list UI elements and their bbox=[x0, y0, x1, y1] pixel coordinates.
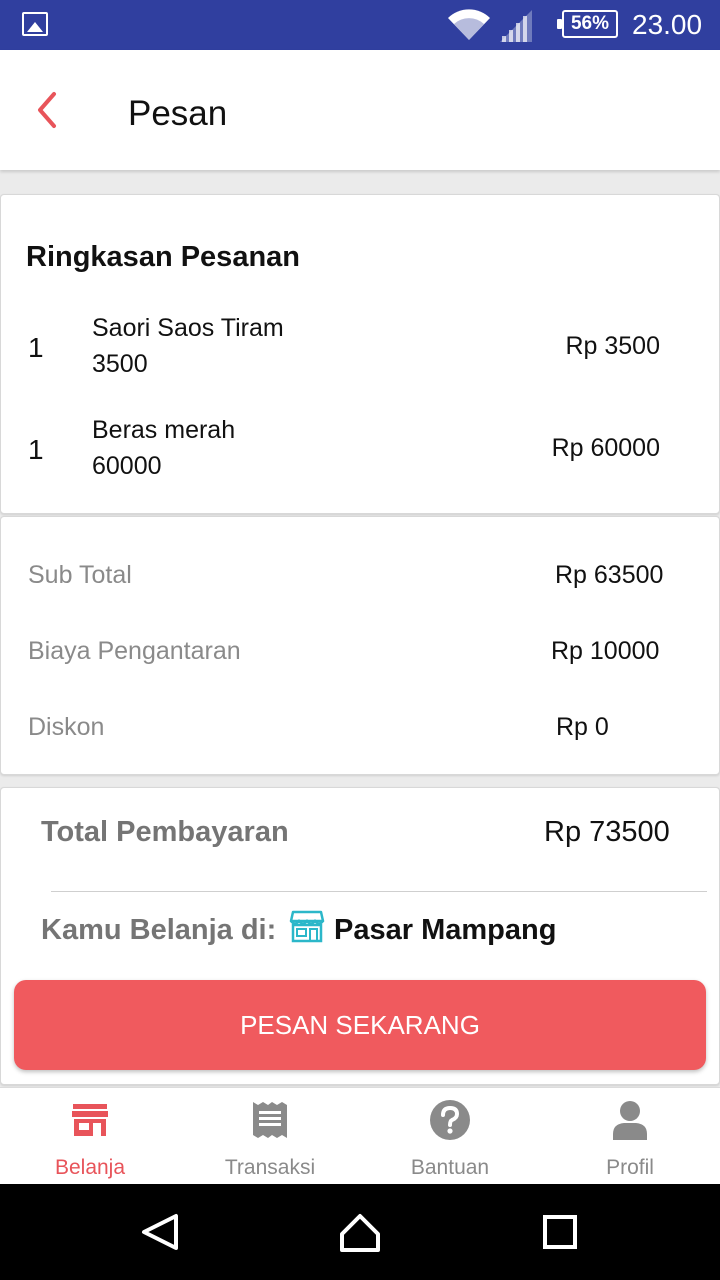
clock: 23.00 bbox=[632, 9, 703, 40]
order-item: 1 Beras merah 60000 Rp 60000 bbox=[1, 412, 720, 492]
image-notification-icon bbox=[22, 12, 48, 36]
nav-label: Belanja bbox=[54, 1156, 126, 1179]
discount-label: Diskon bbox=[28, 713, 105, 741]
discount-value: Rp 0 bbox=[556, 713, 609, 741]
cost-breakdown-card: Sub Total Rp 63500 Biaya Pengantaran Rp … bbox=[0, 516, 720, 775]
subtotal-row: Sub Total Rp 63500 bbox=[28, 561, 708, 601]
page-title: Pesan bbox=[128, 94, 228, 133]
store-icon bbox=[72, 1104, 108, 1136]
delivery-fee-label: Biaya Pengantaran bbox=[28, 637, 241, 665]
back-icon[interactable] bbox=[132, 1204, 188, 1260]
item-details: Beras merah 60000 bbox=[92, 412, 235, 484]
item-name: Saori Saos Tiram bbox=[92, 314, 284, 342]
receipt-icon bbox=[253, 1102, 287, 1138]
order-summary-card: Ringkasan Pesanan 1 Saori Saos Tiram 350… bbox=[0, 194, 720, 514]
total-value: Rp 73500 bbox=[544, 816, 670, 848]
nav-item-profil[interactable]: Profil bbox=[540, 1088, 720, 1185]
shop-label: Kamu Belanja di: bbox=[41, 914, 277, 946]
status-bar: 56% 23.00 bbox=[0, 0, 720, 50]
item-unit-price: 3500 bbox=[92, 350, 148, 378]
nav-label: Profil bbox=[606, 1156, 654, 1179]
summary-title: Ringkasan Pesanan bbox=[26, 241, 300, 273]
delivery-fee-row: Biaya Pengantaran Rp 10000 bbox=[28, 637, 708, 677]
chevron-left-icon[interactable] bbox=[28, 88, 72, 132]
item-total: Rp 3500 bbox=[565, 332, 660, 360]
total-label: Total Pembayaran bbox=[41, 816, 289, 848]
item-name: Beras merah bbox=[92, 416, 236, 444]
nav-item-bantuan[interactable]: Bantuan bbox=[360, 1088, 540, 1185]
divider bbox=[51, 891, 707, 892]
shop-name: Pasar Mampang bbox=[334, 914, 557, 946]
signal-icon bbox=[500, 10, 532, 42]
delivery-fee-value: Rp 10000 bbox=[551, 637, 660, 665]
recents-icon[interactable] bbox=[532, 1204, 588, 1260]
subtotal-value: Rp 63500 bbox=[555, 561, 664, 589]
nav-item-belanja[interactable]: Belanja bbox=[0, 1088, 180, 1185]
item-details: Saori Saos Tiram 3500 bbox=[92, 310, 284, 382]
battery-indicator: 56% bbox=[557, 10, 618, 38]
nav-label: Transaksi bbox=[224, 1156, 316, 1179]
order-item: 1 Saori Saos Tiram 3500 Rp 3500 bbox=[1, 310, 720, 390]
item-quantity: 1 bbox=[28, 434, 44, 465]
nav-item-transaksi[interactable]: Transaksi bbox=[180, 1088, 360, 1185]
app-bar: Pesan bbox=[0, 50, 720, 170]
item-unit-price: 60000 bbox=[92, 452, 162, 480]
nav-label: Bantuan bbox=[410, 1156, 490, 1179]
item-total: Rp 60000 bbox=[551, 434, 660, 462]
wifi-icon bbox=[448, 9, 490, 40]
item-quantity: 1 bbox=[28, 332, 44, 363]
help-icon bbox=[430, 1100, 470, 1140]
person-icon bbox=[613, 1101, 647, 1140]
store-icon bbox=[289, 910, 325, 943]
subtotal-label: Sub Total bbox=[28, 561, 132, 589]
discount-row: Diskon Rp 0 bbox=[28, 713, 708, 753]
order-now-button[interactable]: PESAN SEKARANG bbox=[14, 980, 706, 1070]
system-navigation-bar bbox=[0, 1184, 720, 1280]
bottom-navigation: Belanja Transaksi Bantuan Profil bbox=[0, 1087, 720, 1184]
home-icon[interactable] bbox=[332, 1204, 388, 1260]
